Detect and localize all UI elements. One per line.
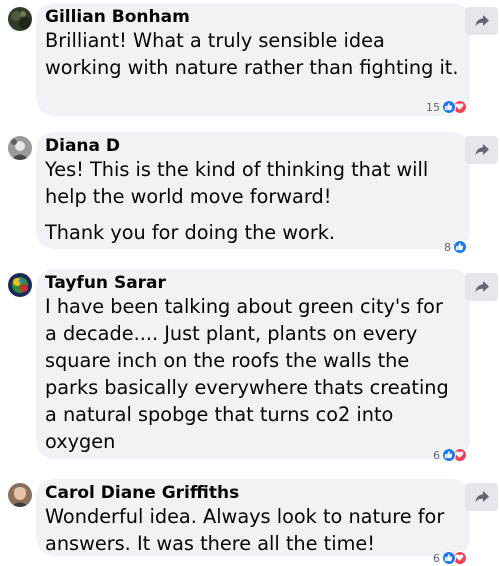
avatar[interactable]	[8, 483, 32, 507]
avatar[interactable]	[8, 273, 32, 297]
comment-text: I have been talking about green city's f…	[45, 295, 449, 453]
reaction-count: 8	[444, 240, 451, 254]
avatar-photo-icon	[8, 483, 32, 507]
reaction-count: 6	[433, 448, 440, 462]
like-reaction-icon	[442, 448, 456, 462]
like-reaction-icon	[453, 240, 467, 254]
reaction-summary[interactable]: 15	[426, 100, 467, 114]
reaction-count: 6	[433, 551, 440, 565]
comment-bubble: Gillian Bonham Brilliant! What a truly s…	[36, 3, 470, 116]
reaction-summary[interactable]: 6	[433, 448, 467, 462]
reaction-summary[interactable]: 8	[444, 240, 467, 254]
share-arrow-icon	[475, 15, 489, 27]
like-reaction-icon	[442, 551, 456, 565]
avatar-photo-icon	[8, 136, 32, 160]
share-arrow-icon	[475, 491, 489, 503]
comment-text: Wonderful idea. Always look to nature fo…	[45, 505, 445, 555]
comment-author[interactable]: Tayfun Sarar	[45, 273, 460, 293]
reaction-summary[interactable]: 6	[433, 551, 467, 565]
comment-author[interactable]: Diana D	[45, 136, 460, 156]
comment-author[interactable]: Gillian Bonham	[45, 7, 460, 27]
comment-bubble: Carol Diane Griffiths Wonderful idea. Al…	[36, 479, 470, 565]
comment-bubble: Diana D Yes! This is the kind of thinkin…	[36, 132, 470, 254]
avatar[interactable]	[8, 136, 32, 160]
comment-text: Thank you for doing the work.	[45, 221, 336, 244]
comment-author[interactable]: Carol Diane Griffiths	[45, 483, 460, 503]
comment-text: Brilliant! What a truly sensible idea wo…	[45, 29, 459, 79]
share-arrow-icon	[475, 144, 489, 156]
share-button[interactable]	[465, 273, 498, 301]
share-button[interactable]	[465, 7, 498, 35]
share-arrow-icon	[475, 281, 489, 293]
comment-text: Yes! This is the kind of thinking that w…	[45, 158, 429, 208]
reaction-count: 15	[426, 100, 440, 114]
like-reaction-icon	[442, 100, 456, 114]
avatar-photo-icon	[8, 7, 32, 31]
avatar[interactable]	[8, 7, 32, 31]
comment-bubble: Tayfun Sarar I have been talking about g…	[36, 269, 470, 462]
avatar-photo-icon	[8, 273, 32, 297]
share-button[interactable]	[465, 136, 498, 164]
share-button[interactable]	[465, 483, 498, 511]
